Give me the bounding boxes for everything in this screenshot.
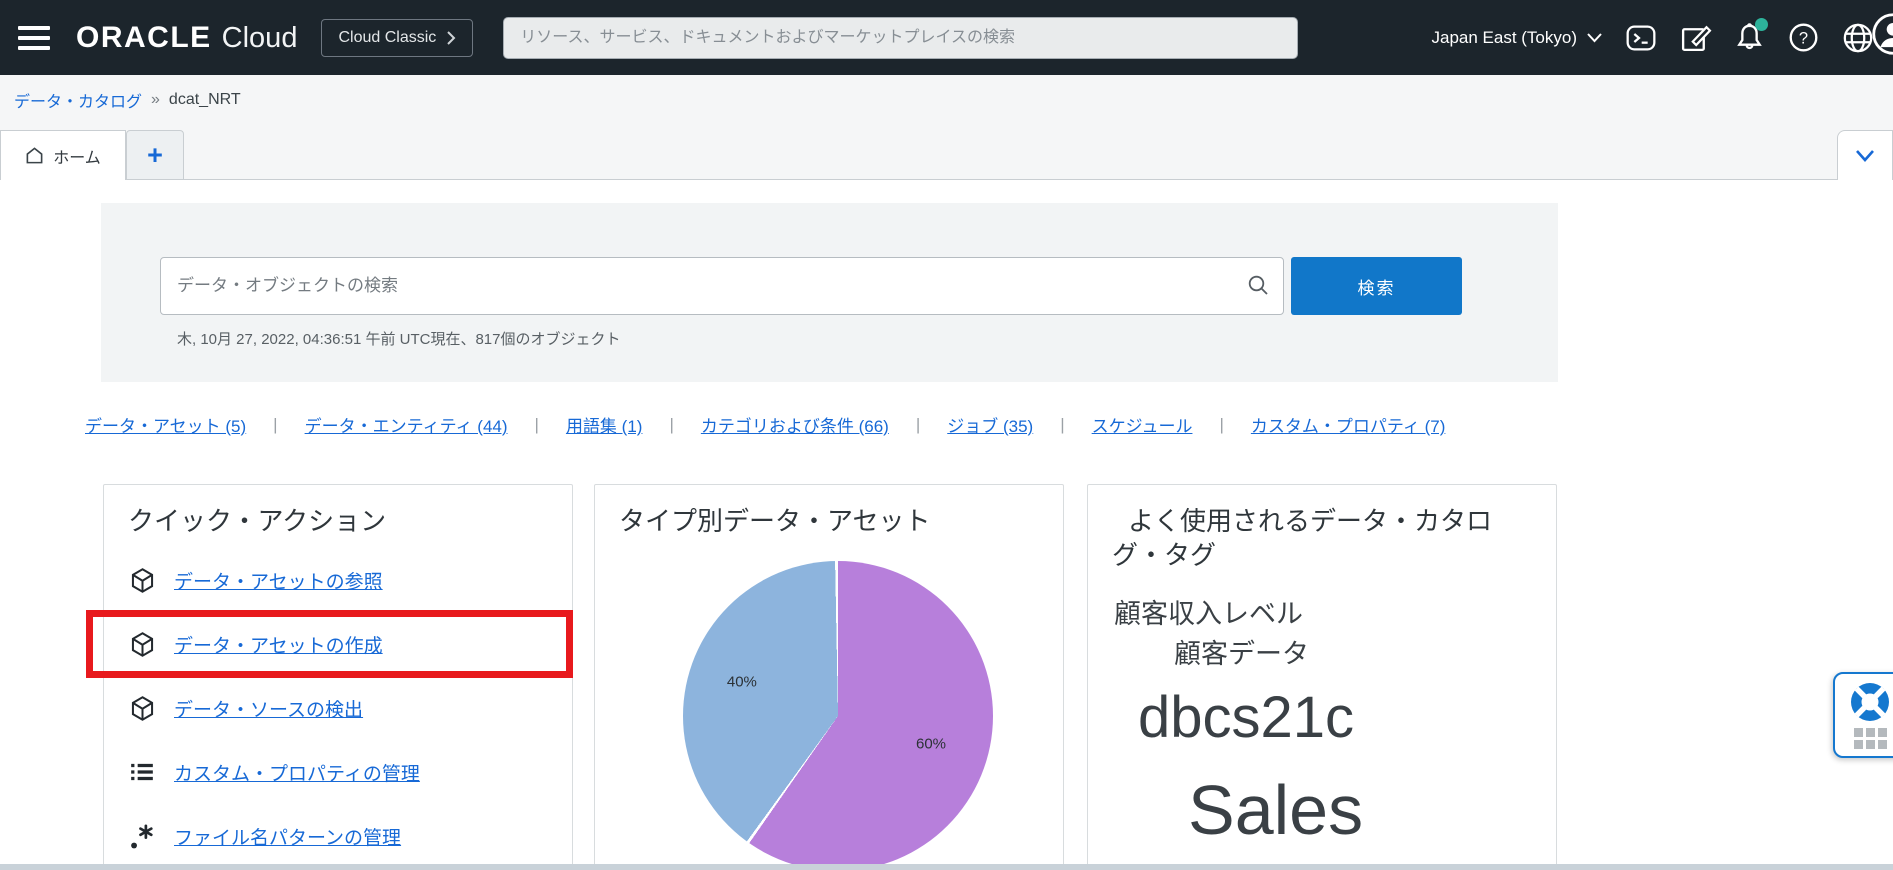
logo-oracle-text: ORACLE	[76, 20, 212, 54]
data-asset-cube-icon	[128, 567, 156, 594]
tag-cloud-title: よく使用されるデータ・カタログ・タグ	[1112, 506, 1493, 571]
tab-home[interactable]: ホーム	[0, 130, 126, 180]
svg-text:?: ?	[1799, 29, 1808, 47]
link-data-entities[interactable]: データ・エンティティ (44)	[305, 412, 508, 437]
object-count-status: 木, 10月 27, 2022, 04:36:51 午前 UTC現在、817個の…	[177, 331, 621, 348]
notification-dot	[1755, 18, 1768, 31]
user-avatar[interactable]	[1872, 13, 1893, 55]
drag-grid-icon	[1853, 728, 1887, 749]
create-data-asset-link[interactable]: データ・アセットの作成	[174, 631, 383, 658]
search-button[interactable]: 検索	[1291, 257, 1462, 315]
tag-sales[interactable]: Sales	[1188, 775, 1363, 845]
data-asset-cube-icon	[128, 695, 156, 722]
pie-chart-title: タイプ別データ・アセット	[619, 506, 931, 536]
filename-pattern-regex-icon	[128, 823, 156, 850]
link-separator: |	[273, 414, 278, 434]
quick-actions-card: クイック・アクション データ・アセットの参照 データ・アセットの作成 データ・ソ…	[103, 484, 573, 870]
data-object-search-wrap	[160, 257, 1284, 315]
link-separator: |	[915, 414, 921, 434]
tag-dbcs21c[interactable]: dbcs21c	[1138, 689, 1354, 747]
chevron-right-icon	[447, 30, 456, 45]
global-search-input[interactable]	[503, 16, 1299, 59]
chevron-down-icon	[1856, 149, 1874, 162]
tab-add-label: +	[147, 139, 163, 170]
cloud-classic-button[interactable]: Cloud Classic	[321, 18, 474, 57]
cloud-classic-label: Cloud Classic	[338, 28, 437, 46]
pie-slice-label-purple: 60%	[915, 735, 947, 753]
discover-data-sources-link[interactable]: データ・ソースの検出	[174, 695, 363, 722]
link-separator: |	[669, 414, 674, 434]
tab-home-label: ホーム	[53, 149, 101, 167]
notifications-bell-icon[interactable]	[1733, 18, 1768, 54]
home-icon	[26, 147, 43, 164]
link-separator: |	[1060, 414, 1065, 434]
custom-property-list-icon	[128, 759, 156, 785]
quick-action-create-data-asset: データ・アセットの作成	[104, 612, 572, 676]
link-categories[interactable]: カテゴリおよび条件 (66)	[701, 412, 889, 437]
data-asset-cube-icon	[128, 631, 156, 658]
header-right-controls: Japan East (Tokyo) ?	[1431, 18, 1875, 55]
logo-cloud-text: Cloud	[221, 21, 298, 54]
language-globe-icon[interactable]	[1841, 21, 1875, 55]
quick-action-manage-filename-patterns: ファイル名パターンの管理	[104, 804, 572, 868]
breadcrumb-current: dcat_NRT	[168, 91, 241, 108]
link-data-assets[interactable]: データ・アセット (5)	[85, 412, 246, 437]
data-object-search-panel: 検索 木, 10月 27, 2022, 04:36:51 午前 UTC現在、81…	[101, 203, 1558, 382]
quick-actions-list: データ・アセットの参照 データ・アセットの作成 データ・ソースの検出 カスタム・…	[104, 548, 572, 868]
oracle-cloud-logo: ORACLE Cloud	[76, 21, 297, 55]
bottom-scrollbar-strip[interactable]	[0, 864, 1893, 870]
link-separator: |	[534, 414, 539, 434]
tab-overflow-chevron-button[interactable]	[1837, 130, 1893, 180]
link-glossary[interactable]: 用語集 (1)	[566, 412, 643, 437]
link-custom-properties[interactable]: カスタム・プロパティ (7)	[1251, 412, 1445, 437]
manage-filename-patterns-link[interactable]: ファイル名パターンの管理	[174, 823, 401, 850]
breadcrumb-data-catalog-link[interactable]: データ・カタログ	[14, 88, 142, 112]
pie-slice-label-blue: 40%	[726, 673, 757, 691]
tag-customer-income-level[interactable]: 顧客収入レベル	[1114, 601, 1303, 628]
summary-links-row: データ・アセット (5) | データ・エンティティ (44) | 用語集 (1)…	[85, 412, 1472, 437]
region-selector[interactable]: Japan East (Tokyo)	[1431, 28, 1603, 48]
oracle-cloud-console: ORACLE Cloud Cloud Classic Japan East (T…	[0, 0, 1893, 870]
quick-action-discover-data-sources: データ・ソースの検出	[104, 676, 572, 740]
breadcrumb-tab-bar: データ・カタログ » dcat_NRT ホーム +	[0, 75, 1893, 180]
life-ring-icon	[1851, 683, 1889, 721]
support-help-widget[interactable]	[1833, 672, 1893, 758]
tab-add-button[interactable]: +	[126, 130, 184, 179]
data-object-search-input[interactable]	[160, 257, 1284, 315]
breadcrumb-separator: »	[151, 91, 160, 108]
quick-action-browse-data-assets: データ・アセットの参照	[104, 548, 572, 612]
link-schedules[interactable]: スケジュール	[1092, 412, 1193, 437]
chevron-down-icon	[1587, 32, 1602, 42]
top-header: ORACLE Cloud Cloud Classic Japan East (T…	[0, 0, 1893, 75]
popular-tags-card: よく使用されるデータ・カタログ・タグ 顧客収入レベル 顧客データ dbcs21c…	[1087, 484, 1557, 870]
tag-customer-data[interactable]: 顧客データ	[1174, 641, 1309, 668]
link-jobs[interactable]: ジョブ (35)	[947, 412, 1033, 437]
breadcrumb: データ・カタログ » dcat_NRT	[14, 88, 241, 112]
browse-data-assets-link[interactable]: データ・アセットの参照	[174, 567, 383, 594]
cloud-shell-icon[interactable]	[1624, 22, 1658, 54]
link-separator: |	[1219, 414, 1224, 434]
region-label: Japan East (Tokyo)	[1431, 27, 1577, 47]
manage-custom-properties-link[interactable]: カスタム・プロパティの管理	[174, 759, 420, 786]
hamburger-menu-icon[interactable]	[18, 25, 50, 50]
help-question-icon[interactable]: ?	[1787, 21, 1820, 54]
data-assets-by-type-card: タイプ別データ・アセット 40% 60%	[594, 484, 1064, 870]
edit-announcement-icon[interactable]	[1679, 21, 1712, 54]
pie-chart[interactable]: 40% 60%	[683, 561, 993, 870]
quick-actions-title: クイック・アクション	[128, 506, 387, 536]
quick-action-manage-custom-properties: カスタム・プロパティの管理	[104, 740, 572, 804]
search-icon	[1248, 275, 1268, 295]
